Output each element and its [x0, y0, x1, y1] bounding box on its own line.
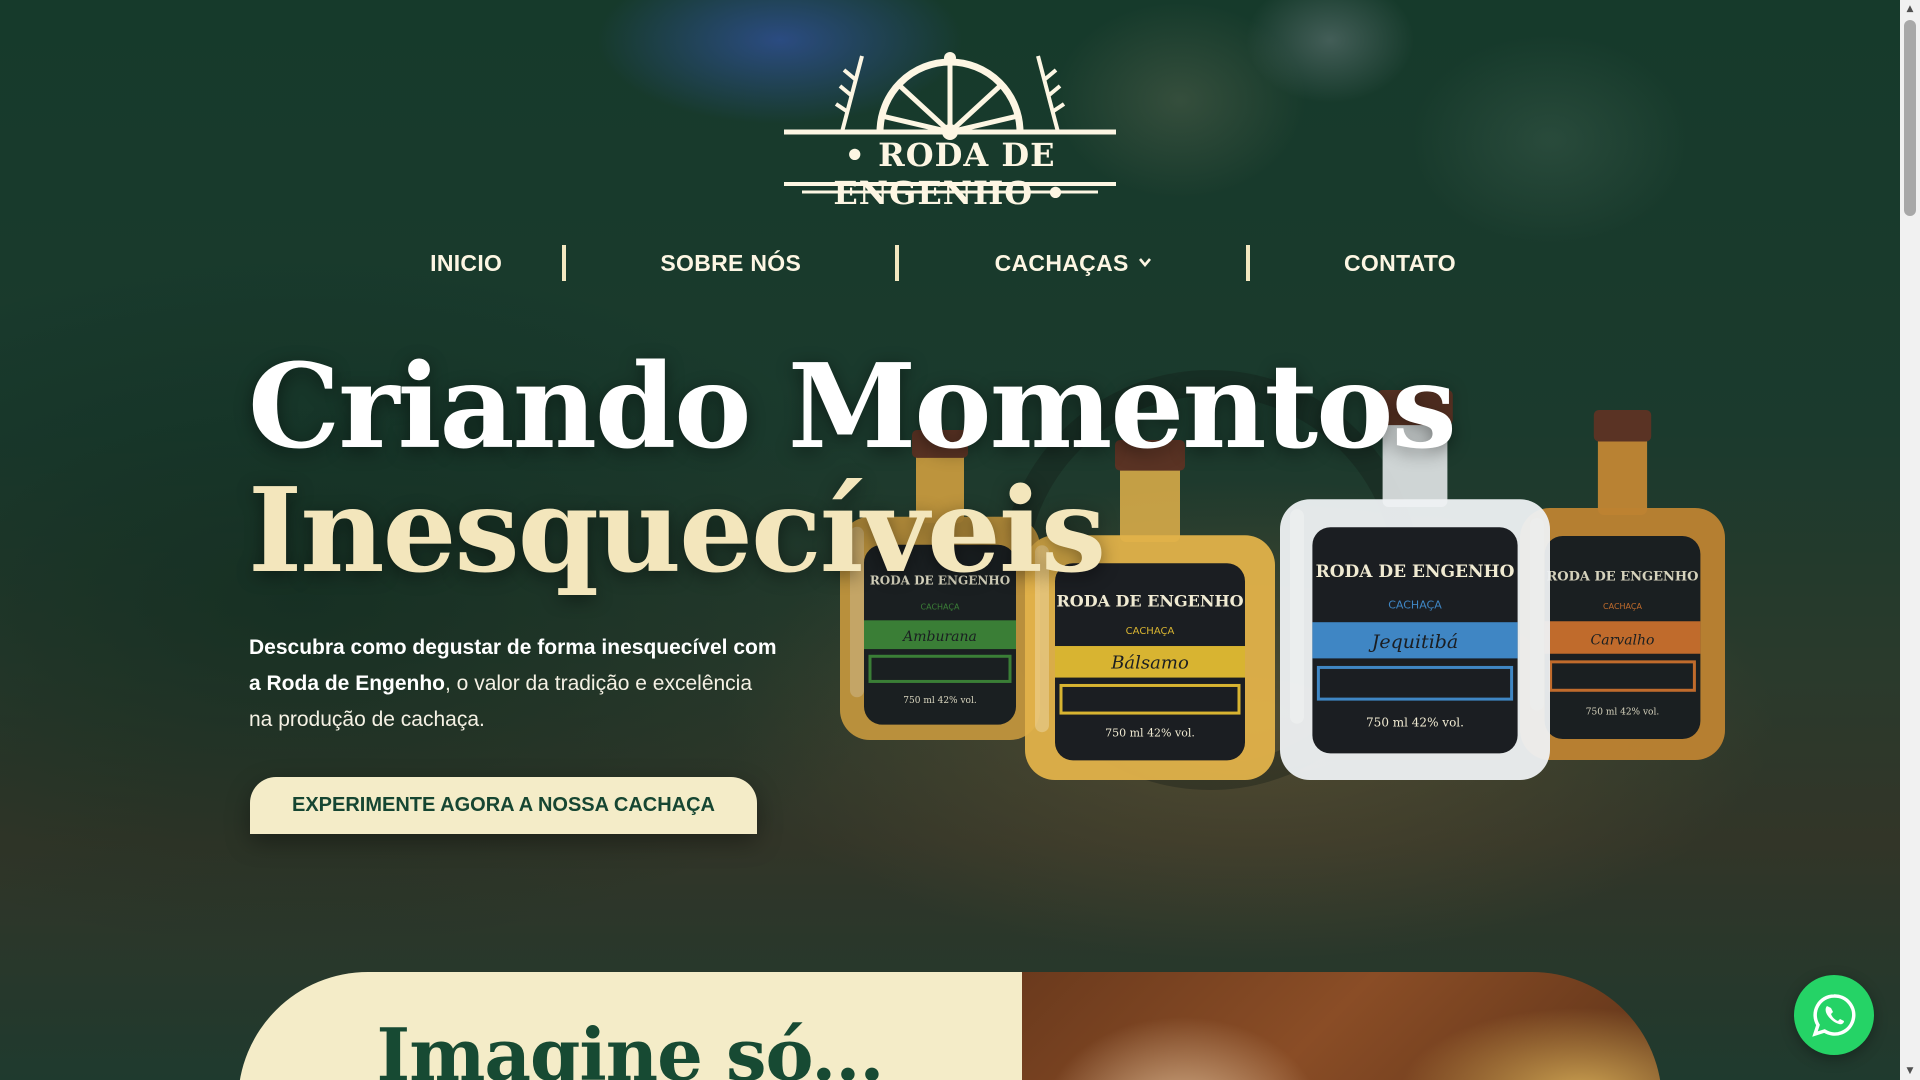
nav-item-cachacas[interactable]: CACHAÇAS	[899, 250, 1246, 277]
nav-label: INICIO	[430, 249, 503, 276]
headline-line-2: Inesquecíveis	[248, 463, 1106, 599]
whatsapp-button[interactable]	[1794, 975, 1874, 1055]
nav-item-contato[interactable]: CONTATO	[1250, 250, 1550, 277]
nav-item-sobre-nos[interactable]: SOBRE NÓS	[566, 250, 895, 277]
imagine-card: Imagine só...	[238, 972, 1022, 1080]
cta-button[interactable]: EXPERIMENTE AGORA A NOSSA CACHAÇA	[250, 777, 757, 834]
scroll-down-icon[interactable]: ▼	[1900, 1062, 1920, 1080]
lifestyle-photo	[1022, 972, 1662, 1080]
nav-label: SOBRE NÓS	[660, 249, 802, 276]
section-title: Imagine só...	[376, 1012, 885, 1080]
main-nav: INICIO SOBRE NÓS CACHAÇAS CONTATO	[370, 240, 1550, 286]
scroll-up-icon[interactable]: ▲	[1900, 0, 1920, 18]
hero-headline: Criando Momentos Inesquecíveis	[248, 339, 1457, 599]
logo-wordmark: • RODA DE ENGENHO •	[833, 136, 1067, 212]
chevron-down-icon[interactable]	[1138, 254, 1151, 272]
nav-item-inicio[interactable]: INICIO	[370, 250, 562, 277]
scroll-thumb[interactable]	[1904, 20, 1916, 216]
hero-description: Descubra como degustar de forma inesquec…	[249, 630, 779, 738]
nav-label: CACHAÇAS	[994, 249, 1129, 276]
bottle-carvalho: RODA DE ENGENHOCACHAÇACarvalho750 ml 42%…	[1520, 410, 1725, 760]
bottle-kind: CACHAÇA	[1126, 626, 1175, 637]
bottle-volume: 750 ml 42% vol.	[1366, 715, 1464, 729]
bottle-name: Bálsamo	[1110, 653, 1189, 674]
site-logo[interactable]: • RODA DE ENGENHO •	[782, 36, 1118, 212]
bottle-name: Jequitibá	[1368, 631, 1459, 653]
bottle-kind: CACHAÇA	[1388, 599, 1442, 612]
whatsapp-icon	[1812, 994, 1856, 1037]
page-scrollbar[interactable]: ▲ ▼	[1900, 0, 1920, 1080]
headline-line-1: Criando Momentos	[248, 339, 1457, 475]
nav-label: CONTATO	[1344, 249, 1456, 276]
bottle-volume: 750 ml 42% vol.	[1105, 727, 1195, 740]
